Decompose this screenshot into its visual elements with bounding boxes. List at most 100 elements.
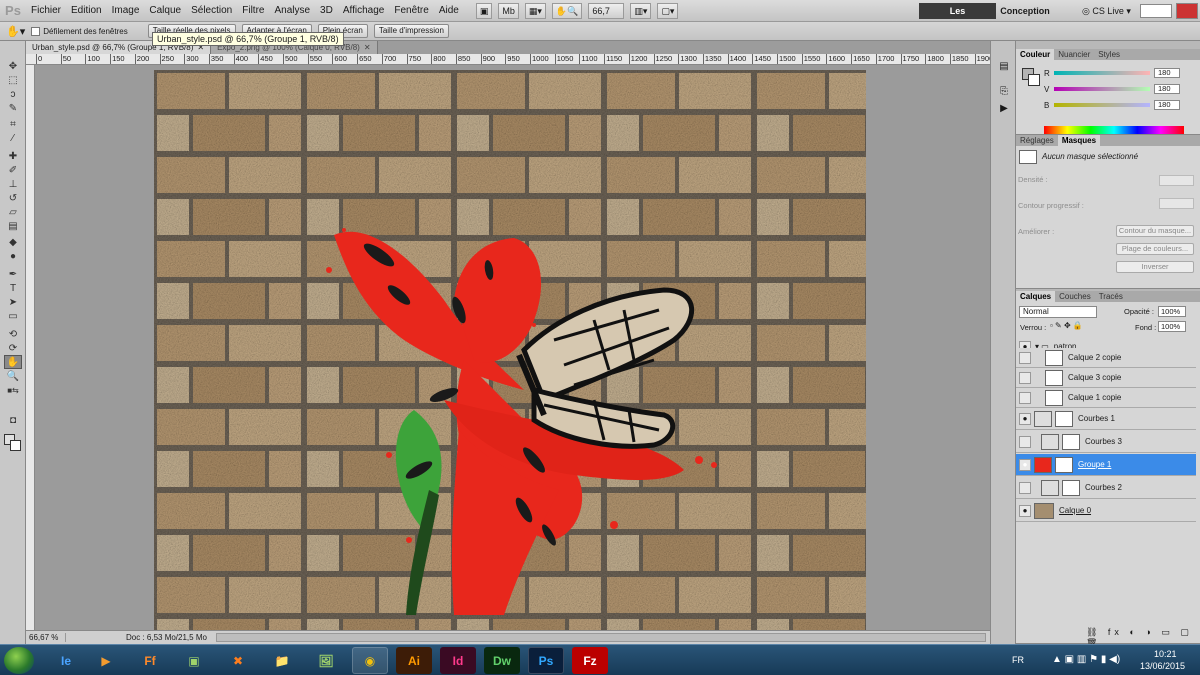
type-tool-icon[interactable]: T bbox=[4, 281, 22, 295]
layer-calque-1-copie[interactable]: Calque 1 copie bbox=[1016, 388, 1196, 408]
tab-styles[interactable]: Styles bbox=[1094, 49, 1124, 60]
menu-selection[interactable]: Sélection bbox=[186, 0, 237, 22]
document-info[interactable]: Doc : 6,53 Mo/21,5 Mo bbox=[66, 633, 216, 642]
color-spectrum[interactable] bbox=[1044, 126, 1184, 134]
green-value-field[interactable]: 180 bbox=[1154, 84, 1180, 94]
dodge-tool-icon[interactable]: ● bbox=[4, 249, 22, 263]
canvas-area[interactable] bbox=[35, 65, 990, 630]
visibility-eye-icon[interactable]: ● bbox=[1019, 412, 1031, 425]
visibility-eye-icon[interactable] bbox=[1019, 481, 1031, 494]
feather-field[interactable] bbox=[1159, 198, 1194, 209]
clock-time[interactable]: 10:21 bbox=[1154, 649, 1177, 659]
visibility-eye-icon[interactable] bbox=[1019, 371, 1031, 384]
move-tool-icon[interactable]: ✥ bbox=[4, 59, 22, 73]
start-button[interactable] bbox=[4, 647, 34, 674]
cs-live-button[interactable]: ◎ CS Live ▾ bbox=[1082, 3, 1131, 19]
screen-mode-button[interactable]: ▢▾ bbox=[657, 2, 679, 19]
visibility-eye-icon[interactable] bbox=[1019, 351, 1031, 364]
tab-couches[interactable]: Couches bbox=[1055, 291, 1095, 302]
menu-edition[interactable]: Edition bbox=[66, 0, 107, 22]
taskbar-xampp-icon[interactable]: ✖ bbox=[220, 647, 256, 674]
tab-couleur[interactable]: Couleur bbox=[1016, 49, 1055, 60]
layer-courbes-3[interactable]: Courbes 3 bbox=[1016, 431, 1196, 453]
minibridge-button[interactable]: Mb bbox=[498, 2, 519, 19]
tab-reglages[interactable]: Réglages bbox=[1016, 135, 1058, 146]
layer-calque-2-copie[interactable]: Calque 2 copie bbox=[1016, 348, 1196, 368]
hand-zoom-tools[interactable]: ✋🔍 bbox=[551, 2, 583, 19]
search-input[interactable] bbox=[1140, 4, 1172, 18]
actions-icon[interactable]: ▶ bbox=[996, 103, 1012, 117]
3d-rotate-tool-icon[interactable]: ⟲ bbox=[4, 327, 22, 341]
language-indicator[interactable]: FR bbox=[1012, 655, 1024, 665]
menu-analyse[interactable]: Analyse bbox=[269, 0, 315, 22]
3d-orbit-tool-icon[interactable]: ⟳ bbox=[4, 341, 22, 355]
menu-aide[interactable]: Aide bbox=[434, 0, 464, 22]
bg-color-swatch[interactable] bbox=[1028, 74, 1040, 86]
healing-brush-tool-icon[interactable]: ✚ bbox=[4, 149, 22, 163]
taskbar-media-player-icon[interactable]: ▶ bbox=[88, 647, 124, 674]
print-size-button[interactable]: Taille d'impression bbox=[373, 24, 449, 38]
red-value-field[interactable]: 180 bbox=[1154, 68, 1180, 78]
hand-tool-icon[interactable]: ✋ bbox=[4, 355, 22, 369]
red-slider[interactable] bbox=[1054, 71, 1150, 75]
green-slider[interactable] bbox=[1054, 87, 1150, 91]
arrange-docs-button[interactable]: ▥▾ bbox=[630, 2, 652, 19]
zoom-tool-icon[interactable]: 🔍 bbox=[4, 369, 22, 383]
blue-value-field[interactable]: 180 bbox=[1154, 100, 1180, 110]
crop-tool-icon[interactable]: ⌗ bbox=[4, 117, 22, 131]
workspace-essentials-button[interactable]: Les indispensables bbox=[919, 3, 996, 32]
brush-tool-icon[interactable]: ✐ bbox=[4, 163, 22, 177]
blue-slider[interactable] bbox=[1054, 103, 1150, 107]
layer-courbes-2[interactable]: Courbes 2 bbox=[1016, 477, 1196, 499]
quick-mask-icon[interactable]: ◘ bbox=[4, 413, 22, 427]
density-field[interactable] bbox=[1159, 175, 1194, 186]
default-colors-icon[interactable]: ■⇆ bbox=[4, 383, 22, 397]
path-selection-tool-icon[interactable]: ➤ bbox=[4, 295, 22, 309]
taskbar-image-viewer-icon[interactable]: 🖼 bbox=[308, 647, 344, 674]
marquee-tool-icon[interactable]: ⬚ bbox=[4, 73, 22, 87]
tab-nuancier[interactable]: Nuancier bbox=[1054, 49, 1094, 60]
visibility-eye-icon[interactable] bbox=[1019, 391, 1031, 404]
taskbar-explorer-icon[interactable]: 📁 bbox=[264, 647, 300, 674]
visibility-eye-icon[interactable] bbox=[1019, 435, 1031, 448]
opacity-field[interactable]: 100% bbox=[1158, 306, 1186, 317]
eraser-tool-icon[interactable]: ▱ bbox=[4, 205, 22, 219]
menu-fenetre[interactable]: Fenêtre bbox=[389, 0, 433, 22]
taskbar-illustrator-icon[interactable]: Ai bbox=[396, 647, 432, 674]
visibility-eye-icon[interactable]: ● bbox=[1019, 504, 1031, 517]
layer-calque-0[interactable]: ● Calque 0 bbox=[1016, 500, 1196, 522]
layer-courbes-1[interactable]: ● Courbes 1 bbox=[1016, 408, 1196, 430]
history-brush-tool-icon[interactable]: ↺ bbox=[4, 191, 22, 205]
blend-mode-select[interactable]: Normal bbox=[1019, 306, 1097, 318]
taskbar-dreamweaver-icon[interactable]: Dw bbox=[484, 647, 520, 674]
invert-button[interactable]: Inverser bbox=[1116, 261, 1194, 273]
layer-calque-3-copie[interactable]: Calque 3 copie bbox=[1016, 368, 1196, 388]
background-color-swatch[interactable] bbox=[10, 440, 21, 451]
color-range-button[interactable]: Plage de couleurs... bbox=[1116, 243, 1194, 255]
extras-button[interactable]: ▦▾ bbox=[524, 2, 546, 19]
lock-icons[interactable]: ▫ ✎ ✥ 🔒 bbox=[1050, 321, 1083, 330]
close-icon[interactable]: ✕ bbox=[364, 41, 371, 54]
hand-tool-icon[interactable]: ✋▾ bbox=[6, 25, 25, 38]
clone-stamp-tool-icon[interactable]: ⊥ bbox=[4, 177, 22, 191]
taskbar-indesign-icon[interactable]: Id bbox=[440, 647, 476, 674]
menu-image[interactable]: Image bbox=[107, 0, 145, 22]
fill-field[interactable]: 100% bbox=[1158, 321, 1186, 332]
horizontal-scrollbar[interactable] bbox=[216, 633, 986, 642]
taskbar-photoshop-icon[interactable]: Ps bbox=[528, 647, 564, 674]
taskbar-terminal-icon[interactable]: ▣ bbox=[176, 647, 212, 674]
clock-date[interactable]: 13/06/2015 bbox=[1140, 661, 1185, 671]
menu-affichage[interactable]: Affichage bbox=[338, 0, 390, 22]
zoom-field[interactable]: 66,67 % bbox=[26, 633, 66, 642]
tab-traces[interactable]: Tracés bbox=[1095, 291, 1127, 302]
pen-tool-icon[interactable]: ✒ bbox=[4, 267, 22, 281]
window-close-button[interactable] bbox=[1176, 3, 1198, 19]
tray-icons[interactable]: ▲ ▣ ▥ ⚑ ▮ ◀) bbox=[1052, 654, 1120, 665]
scroll-all-windows-checkbox[interactable]: Défilement des fenêtres bbox=[31, 26, 128, 36]
zoom-level[interactable]: 66,7 bbox=[588, 2, 625, 19]
taskbar-chrome-icon[interactable]: ◉ bbox=[352, 647, 388, 674]
menu-calque[interactable]: Calque bbox=[144, 0, 186, 22]
tab-masques[interactable]: Masques bbox=[1057, 135, 1101, 146]
lasso-tool-icon[interactable]: ↄ bbox=[4, 87, 22, 101]
workspace-design-button[interactable]: Conception bbox=[1000, 3, 1050, 19]
